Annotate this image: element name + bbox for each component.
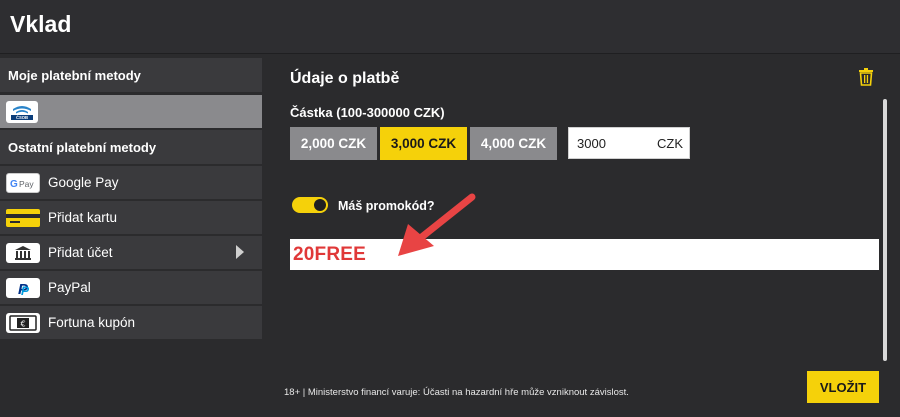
chevron-right-icon <box>236 245 244 259</box>
coupon-icon: € <box>6 312 40 333</box>
svg-text:Pay: Pay <box>19 179 34 189</box>
card-icon <box>6 208 40 228</box>
amount-input[interactable]: 3000 CZK <box>568 127 690 159</box>
amount-option-4000[interactable]: 4,000 CZK <box>470 127 557 160</box>
sidebar-item-fortuna-coupon[interactable]: € Fortuna kupón <box>0 306 262 339</box>
payment-details-panel: Údaje o platbě Částka (100-300000 CZK) 2… <box>266 58 900 417</box>
amount-input-value: 3000 <box>577 135 606 151</box>
promo-code-value: 20FREE <box>293 243 367 265</box>
sidebar-item-label: Google Pay <box>48 175 119 190</box>
promo-code-input[interactable]: 20FREE <box>290 239 879 270</box>
sidebar-item-label: Přidat kartu <box>48 210 118 225</box>
svg-text:P: P <box>21 284 30 298</box>
svg-text:G: G <box>10 179 18 190</box>
sidebar-item-paypal[interactable]: P P PayPal <box>0 271 262 304</box>
sidebar-item-google-pay[interactable]: G Pay Google Pay <box>0 166 262 199</box>
promo-toggle[interactable] <box>292 197 328 213</box>
deposit-submit-button[interactable]: VLOŽIT <box>807 371 879 403</box>
sidebar-item-add-account[interactable]: Přidat účet <box>0 236 262 269</box>
toggle-knob <box>314 199 326 211</box>
paypal-icon: P P <box>6 277 40 298</box>
google-pay-icon: G Pay <box>6 172 40 193</box>
svg-text:€: € <box>20 319 25 328</box>
csob-logo-icon: ČSOB <box>6 100 38 123</box>
csob-logo-text: ČSOB <box>16 115 28 120</box>
sidebar-item-label: Přidat účet <box>48 245 113 260</box>
amount-option-2000[interactable]: 2,000 CZK <box>290 127 377 160</box>
bank-icon <box>6 242 40 263</box>
page-title: Vklad <box>10 11 72 37</box>
sidebar-item-label: Fortuna kupón <box>48 315 136 330</box>
other-methods-header: Ostatní platební metody <box>0 130 262 164</box>
gambling-disclaimer: 18+ | Ministerstvo financí varuje: Účast… <box>284 387 629 398</box>
sidebar-item-add-card[interactable]: Přidat kartu <box>0 201 262 234</box>
section-title: Údaje o platbě <box>290 70 400 87</box>
amount-label: Částka (100-300000 CZK) <box>290 105 445 120</box>
sidebar: Moje platební metody ČSOB Ostatní plateb… <box>0 58 262 417</box>
amount-option-3000[interactable]: 3,000 CZK <box>380 127 467 160</box>
sidebar-item-csob[interactable]: ČSOB <box>0 95 262 128</box>
annotation-arrow-icon <box>398 193 476 256</box>
sidebar-item-label: PayPal <box>48 280 91 295</box>
header: Vklad <box>0 0 900 54</box>
my-methods-header: Moje platební metody <box>0 58 262 92</box>
trash-icon[interactable] <box>858 68 874 86</box>
scrollbar[interactable] <box>883 99 887 361</box>
amount-currency: CZK <box>657 135 683 151</box>
